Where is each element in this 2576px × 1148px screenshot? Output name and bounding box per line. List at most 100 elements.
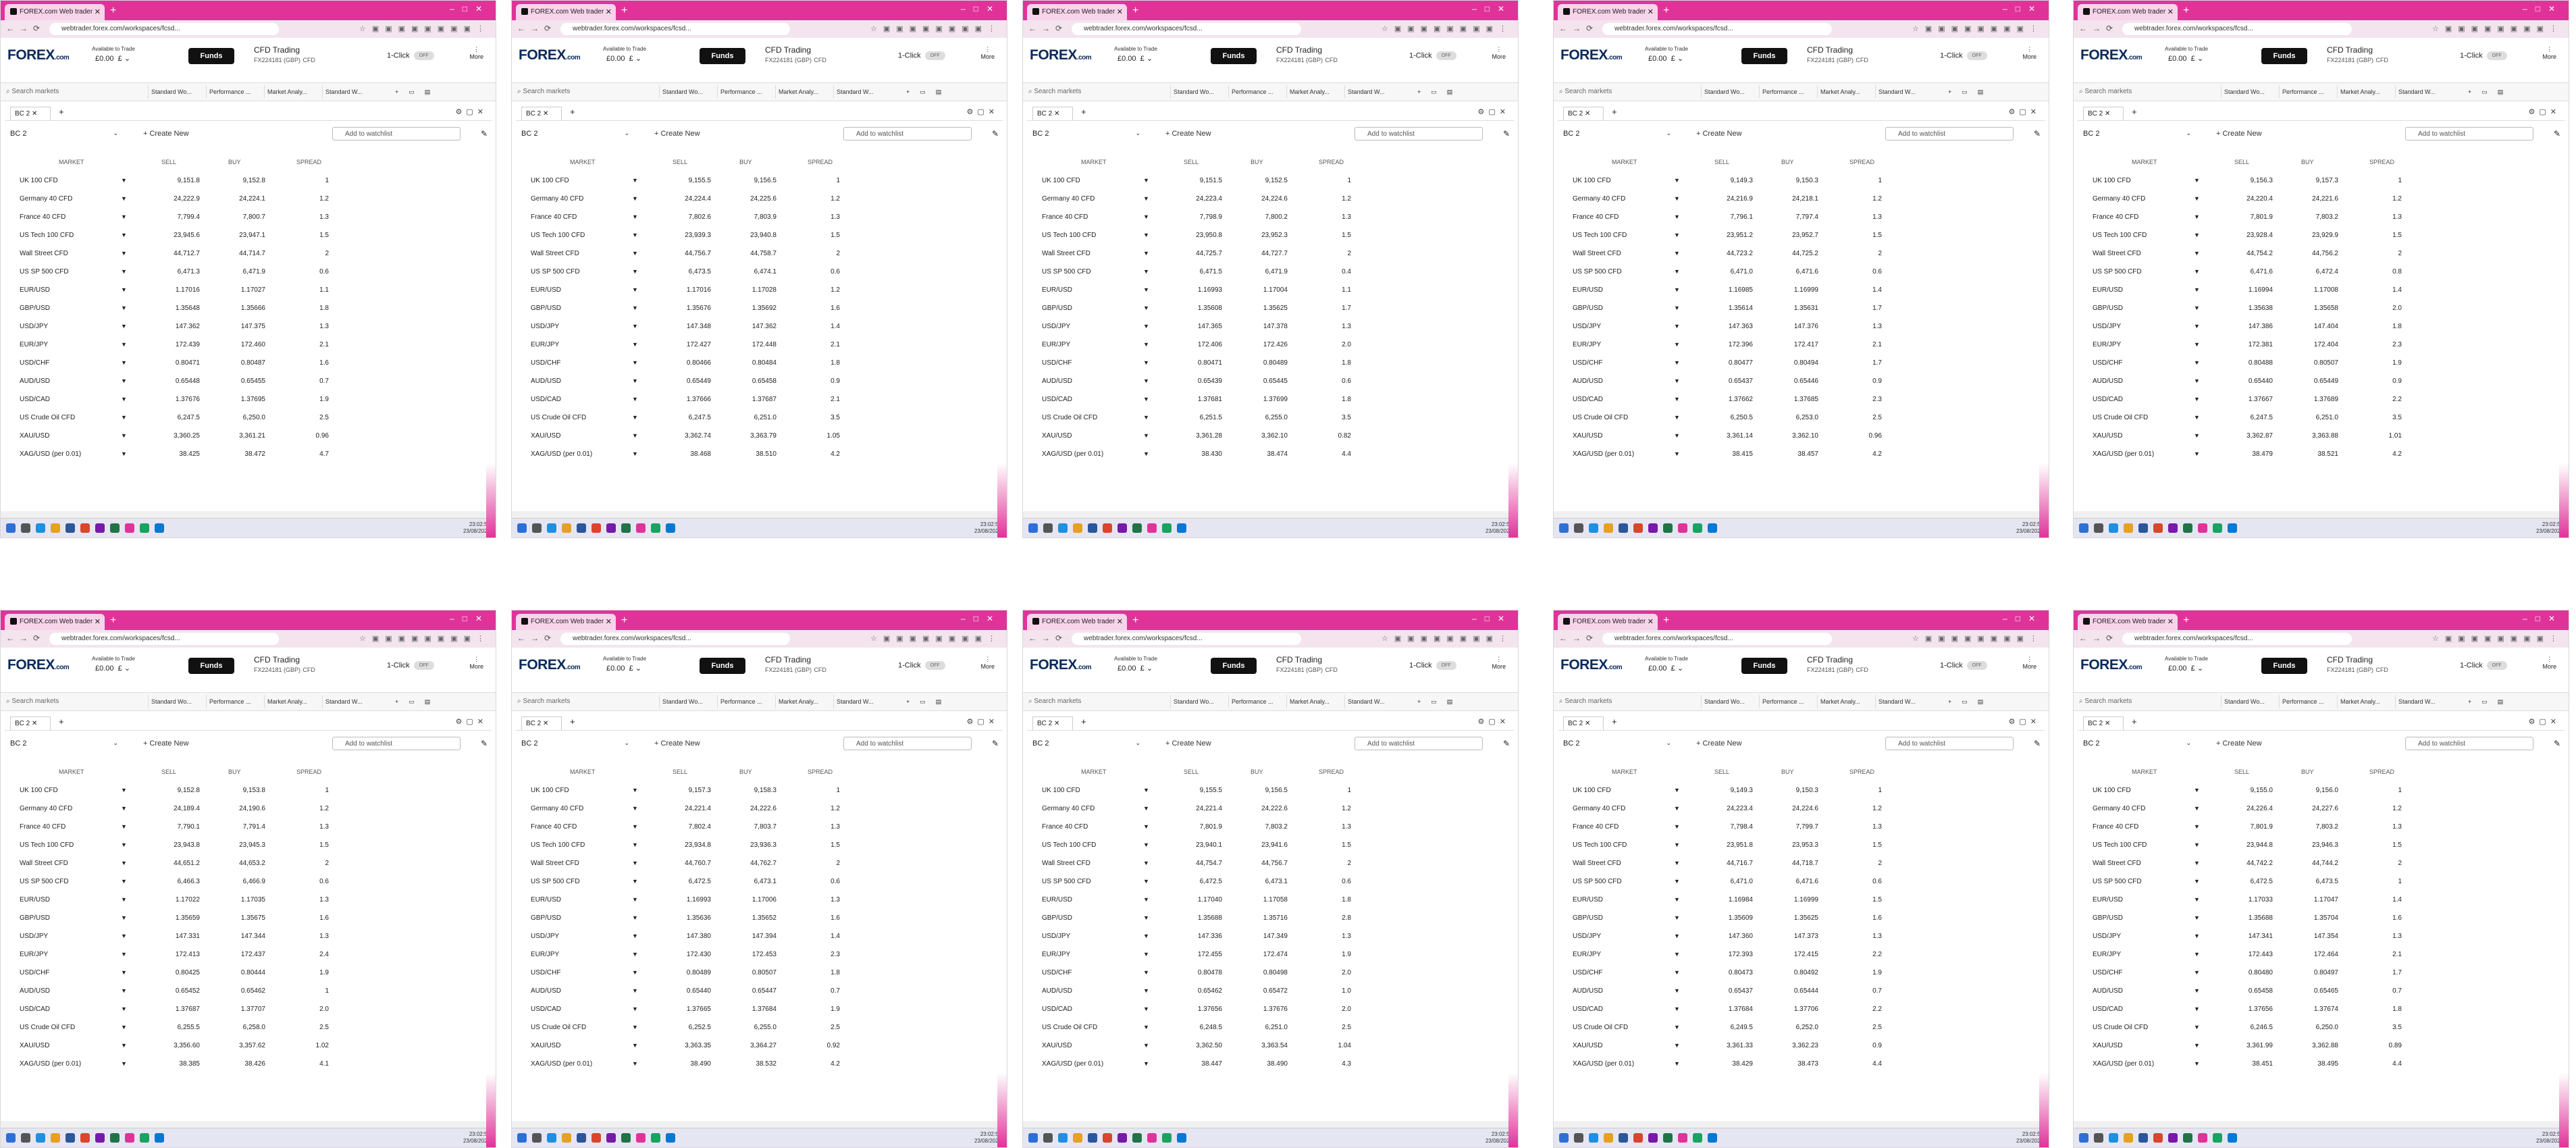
sell-price[interactable]: 6,249.5 xyxy=(1695,1024,1753,1031)
more-menu[interactable]: ⋮ More xyxy=(1492,656,1506,671)
sell-price[interactable]: 44,716.7 xyxy=(1695,860,1753,867)
one-click-toggle[interactable]: 1-Click OFF xyxy=(2460,661,2507,670)
chevron-down-icon[interactable]: ▼ xyxy=(632,860,638,866)
market-row[interactable]: AUD/USD ▼ 0.65440 0.65449 0.9 xyxy=(2078,373,2565,391)
outlook-icon[interactable] xyxy=(1177,523,1186,533)
market-row[interactable]: USD/CAD ▼ 1.37665 1.37684 1.9 xyxy=(516,1001,1003,1019)
windows-start-icon[interactable] xyxy=(2079,1133,2088,1143)
chevron-down-icon[interactable]: ▼ xyxy=(632,1006,638,1012)
account-selector[interactable]: CFD Trading FX224181 (GBP) CFD xyxy=(1276,45,1338,65)
chevron-down-icon[interactable]: ⌄ xyxy=(635,664,641,673)
workspace-tab[interactable]: Standard Wo... xyxy=(148,695,192,708)
create-new-button[interactable]: + Create New xyxy=(1696,130,1742,138)
panel-tab[interactable]: BC 2 ✕ xyxy=(521,107,562,120)
chevron-down-icon[interactable]: ▼ xyxy=(632,341,638,348)
window-controls[interactable]: –□✕ xyxy=(2523,614,2563,623)
chevron-down-icon[interactable]: ▼ xyxy=(1143,860,1149,866)
funds-button[interactable]: Funds xyxy=(188,48,234,64)
chevron-down-icon[interactable]: ▼ xyxy=(121,841,127,848)
market-row[interactable]: GBP/USD ▼ 1.35609 1.35625 1.6 xyxy=(1558,910,2045,928)
chevron-down-icon[interactable]: ▼ xyxy=(1143,1060,1149,1067)
chevron-down-icon[interactable]: ▼ xyxy=(1674,341,1680,348)
workspace-tab[interactable]: Standard Wo... xyxy=(2221,695,2265,708)
market-row[interactable]: US Tech 100 CFD ▼ 23,943.8 23,945.3 1.5 xyxy=(5,837,492,855)
chevron-down-icon[interactable]: ▼ xyxy=(632,1060,638,1067)
account-selector[interactable]: CFD Trading FX224181 (GBP) CFD xyxy=(1276,655,1338,675)
sell-price[interactable]: 7,799.4 xyxy=(142,213,200,221)
create-new-button[interactable]: + Create New xyxy=(2216,739,2262,748)
chevron-down-icon[interactable]: ▼ xyxy=(632,951,638,958)
powerpoint-icon[interactable] xyxy=(1633,1133,1643,1143)
word-icon[interactable] xyxy=(577,1133,586,1143)
market-row[interactable]: US Crude Oil CFD ▼ 6,247.5 6,251.0 3.5 xyxy=(2078,409,2565,427)
chevron-down-icon[interactable]: ▼ xyxy=(632,450,638,457)
workspace-tab[interactable]: Market Analy... xyxy=(1286,85,1330,99)
add-panel-icon[interactable]: + xyxy=(570,716,575,727)
panel-controls[interactable]: ⚙▢✕ xyxy=(2529,107,2560,116)
chevron-down-icon[interactable]: ▼ xyxy=(2194,860,2200,866)
buy-price[interactable]: 38.532 xyxy=(718,1060,777,1068)
market-row[interactable]: Wall Street CFD ▼ 44,723.2 44,725.2 2 xyxy=(1558,245,2045,263)
market-row[interactable]: XAG/USD (per 0.01) ▼ 38.430 38.474 4.4 xyxy=(1027,446,1514,464)
sell-price[interactable]: 9,149.3 xyxy=(1695,787,1753,794)
new-tab-button[interactable]: + xyxy=(2183,614,2189,627)
browser-tab[interactable]: FOREX.com Web trader ✕ xyxy=(2078,4,2178,20)
chevron-down-icon[interactable]: ▼ xyxy=(1143,896,1149,903)
market-row[interactable]: USD/CAD ▼ 1.37687 1.37707 2.0 xyxy=(5,1001,492,1019)
sell-price[interactable]: 0.80471 xyxy=(142,359,200,367)
workspace-tab[interactable]: Standard Wo... xyxy=(1170,695,1214,708)
buy-price[interactable]: 0.80507 xyxy=(718,969,777,976)
market-row[interactable]: XAG/USD (per 0.01) ▼ 38.479 38.521 4.2 xyxy=(2078,446,2565,464)
buy-price[interactable]: 44,653.2 xyxy=(207,860,265,867)
sell-price[interactable]: 1.17016 xyxy=(142,286,200,294)
chevron-down-icon[interactable]: ▼ xyxy=(632,805,638,812)
sell-price[interactable]: 6,466.3 xyxy=(142,878,200,885)
browser-tab[interactable]: FOREX.com Web trader ✕ xyxy=(5,614,105,630)
add-to-watchlist-input[interactable]: Add to watchlist xyxy=(843,737,972,750)
currency-selector[interactable]: £ xyxy=(1140,664,1145,673)
chevron-down-icon[interactable]: ▼ xyxy=(2194,323,2200,330)
buy-price[interactable]: 6,255.0 xyxy=(1230,414,1288,421)
buy-price[interactable]: 0.65462 xyxy=(207,987,265,995)
sell-price[interactable]: 38.468 xyxy=(653,450,711,458)
market-row[interactable]: USD/CAD ▼ 1.37656 1.37674 1.8 xyxy=(2078,1001,2565,1019)
market-row[interactable]: AUD/USD ▼ 0.65449 0.65458 0.9 xyxy=(516,373,1003,391)
buy-price[interactable]: 7,803.2 xyxy=(1230,823,1288,831)
chevron-down-icon[interactable]: ▼ xyxy=(121,933,127,939)
excel-icon[interactable] xyxy=(2183,523,2192,533)
chevron-down-icon[interactable]: ▼ xyxy=(2194,878,2200,885)
edit-pencil-icon[interactable]: ✎ xyxy=(481,129,488,138)
edit-pencil-icon[interactable]: ✎ xyxy=(992,739,999,748)
search-icon[interactable] xyxy=(2094,1133,2103,1143)
outlook-icon[interactable] xyxy=(666,1133,675,1143)
buy-price[interactable]: 6,253.0 xyxy=(1760,414,1818,421)
market-row[interactable]: XAU/USD ▼ 3,361.14 3,362.10 0.96 xyxy=(1558,427,2045,446)
market-row[interactable]: France 40 CFD ▼ 7,799.4 7,800.7 1.3 xyxy=(5,209,492,227)
buy-price[interactable]: 1.17058 xyxy=(1230,896,1288,904)
buy-price[interactable]: 172.415 xyxy=(1760,951,1818,958)
powerpoint-icon[interactable] xyxy=(1103,523,1112,533)
chevron-down-icon[interactable]: ▼ xyxy=(121,286,127,293)
sell-price[interactable]: 1.16993 xyxy=(1164,286,1222,294)
extension-icons[interactable]: ☆▣▣▣▣▣▣▣▣⋮ xyxy=(2432,634,2563,643)
market-row[interactable]: UK 100 CFD ▼ 9,149.3 9,150.3 1 xyxy=(1558,172,2045,190)
search-markets-input[interactable]: ⌕ Search markets xyxy=(517,86,646,97)
buy-price[interactable]: 7,797.4 xyxy=(1760,213,1818,221)
one-click-toggle[interactable]: 1-Click OFF xyxy=(898,51,945,60)
buy-price[interactable]: 7,800.2 xyxy=(1230,213,1288,221)
outlook-icon[interactable] xyxy=(155,1133,164,1143)
buy-price[interactable]: 7,791.4 xyxy=(207,823,265,831)
buy-price[interactable]: 172.448 xyxy=(718,341,777,348)
buy-price[interactable]: 24,222.6 xyxy=(718,805,777,812)
buy-price[interactable]: 0.80494 xyxy=(1760,359,1818,367)
chevron-down-icon[interactable]: ▼ xyxy=(1143,396,1149,402)
market-row[interactable]: EUR/JPY ▼ 172.455 172.474 1.9 xyxy=(1027,946,1514,964)
workspace-tab[interactable]: Performance ... xyxy=(717,695,762,708)
buy-price[interactable]: 23,936.3 xyxy=(718,841,777,849)
folder-icon[interactable] xyxy=(562,523,571,533)
buy-price[interactable]: 1.37695 xyxy=(207,396,265,403)
market-row[interactable]: XAG/USD (per 0.01) ▼ 38.451 38.495 4.4 xyxy=(2078,1055,2565,1074)
chevron-down-icon[interactable]: ⌄ xyxy=(2197,664,2203,673)
extension-icons[interactable]: ☆▣▣▣▣▣▣▣▣⋮ xyxy=(870,634,1001,643)
search-markets-input[interactable]: ⌕ Search markets xyxy=(517,696,646,707)
